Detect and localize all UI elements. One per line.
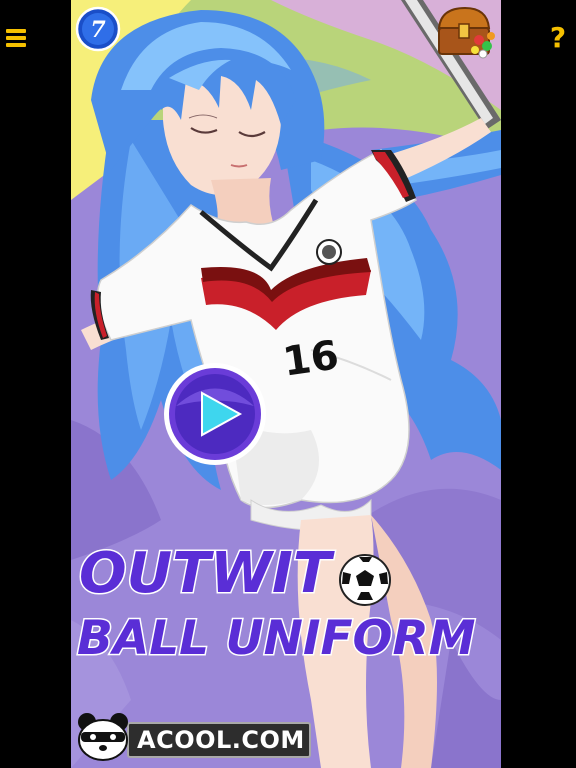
treasure-chest-icon — [437, 6, 495, 59]
logo-plate: ACOOL.COM — [127, 722, 311, 758]
game-title: OUTWIT BALL UNIFORM — [71, 520, 501, 670]
logo-text: ACOOL.COM — [137, 726, 305, 754]
soccer-ball-icon — [337, 552, 393, 608]
question-mark-icon: ? — [549, 21, 567, 54]
menu-button[interactable] — [2, 22, 34, 54]
game-frame: 16 7 OUTWIT BALL UNIFORM ACOOL.COM — [71, 0, 501, 768]
game-stage: ? 16 7 OUTWIT BALL UNIFORM ACOOL.COM — [0, 0, 576, 768]
badge-label: 7 — [90, 17, 106, 43]
help-button[interactable]: ? — [542, 22, 574, 54]
title-text-layer: OUTWIT BALL UNIFORM — [76, 540, 477, 668]
acool-logo[interactable]: ACOOL.COM — [75, 708, 315, 764]
hamburger-menu-icon — [6, 29, 26, 47]
play-triangle-icon — [164, 363, 266, 465]
badge-button[interactable]: 7 — [75, 6, 121, 52]
title-line-1: OUTWIT — [79, 541, 335, 606]
title-line-2: BALL UNIFORM — [77, 611, 475, 666]
panda-mascot-icon — [78, 713, 128, 761]
treasure-chest-button[interactable] — [431, 2, 501, 64]
badge-icon: 7 — [75, 6, 121, 52]
play-button[interactable] — [162, 361, 268, 467]
